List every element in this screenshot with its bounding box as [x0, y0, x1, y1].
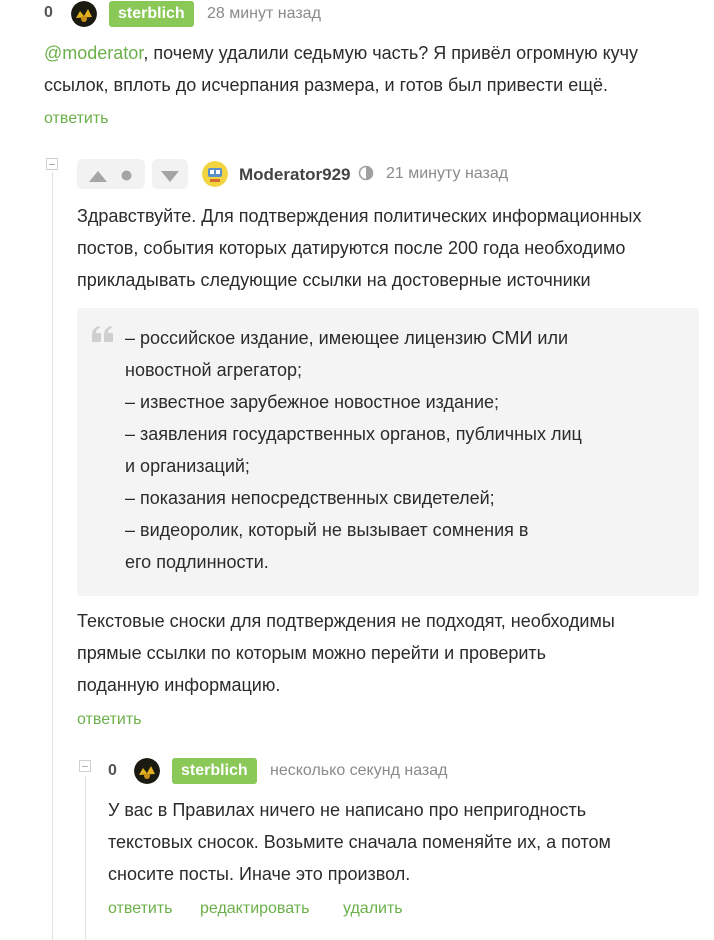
quote-icon — [92, 326, 114, 347]
avatar[interactable] — [71, 1, 97, 27]
comment-text: @moderator, почему удалили седьмую часть… — [44, 43, 639, 95]
comment-time[interactable]: 21 минуту назад — [386, 165, 508, 183]
author-name[interactable]: Moderator929 — [239, 165, 350, 185]
thread-line-2 — [85, 776, 86, 940]
comment-text: Здравствуйте. Для подтверждения политиче… — [77, 206, 642, 290]
comment-time[interactable]: несколько секунд назад — [270, 762, 447, 780]
moderator-icon — [358, 165, 374, 186]
reply-link[interactable]: ответить — [108, 900, 173, 918]
comment-text-continued: Текстовые сноски для подтверждения не по… — [77, 611, 615, 695]
downvote-box — [152, 159, 188, 189]
blockquote: – российское издание, имеющее лицензию С… — [77, 308, 699, 596]
mention-link[interactable]: @moderator — [44, 43, 143, 63]
avatar[interactable] — [134, 758, 160, 784]
thread-line-1 — [52, 172, 53, 940]
edit-link[interactable]: редактировать — [200, 900, 309, 918]
author-badge[interactable]: sterblich — [109, 1, 194, 27]
avatar[interactable] — [202, 161, 228, 187]
comment-time[interactable]: 28 минут назад — [207, 5, 321, 23]
rating-dot-icon — [121, 168, 132, 186]
reply-link[interactable]: ответить — [77, 711, 142, 729]
collapse-button[interactable] — [79, 760, 91, 772]
comment-text: У вас в Правилах ничего не написано про … — [108, 800, 611, 884]
vote-box — [77, 159, 145, 189]
quote-text: – российское издание, имеющее лицензию С… — [125, 328, 582, 572]
delete-link[interactable]: удалить — [343, 900, 403, 918]
reply-link[interactable]: ответить — [44, 110, 109, 128]
collapse-button[interactable] — [46, 158, 58, 170]
comment-score: 0 — [44, 4, 53, 21]
upvote-icon[interactable] — [89, 169, 107, 187]
downvote-icon[interactable] — [161, 169, 179, 187]
comment-score: 0 — [108, 762, 117, 779]
author-badge[interactable]: sterblich — [172, 758, 257, 784]
